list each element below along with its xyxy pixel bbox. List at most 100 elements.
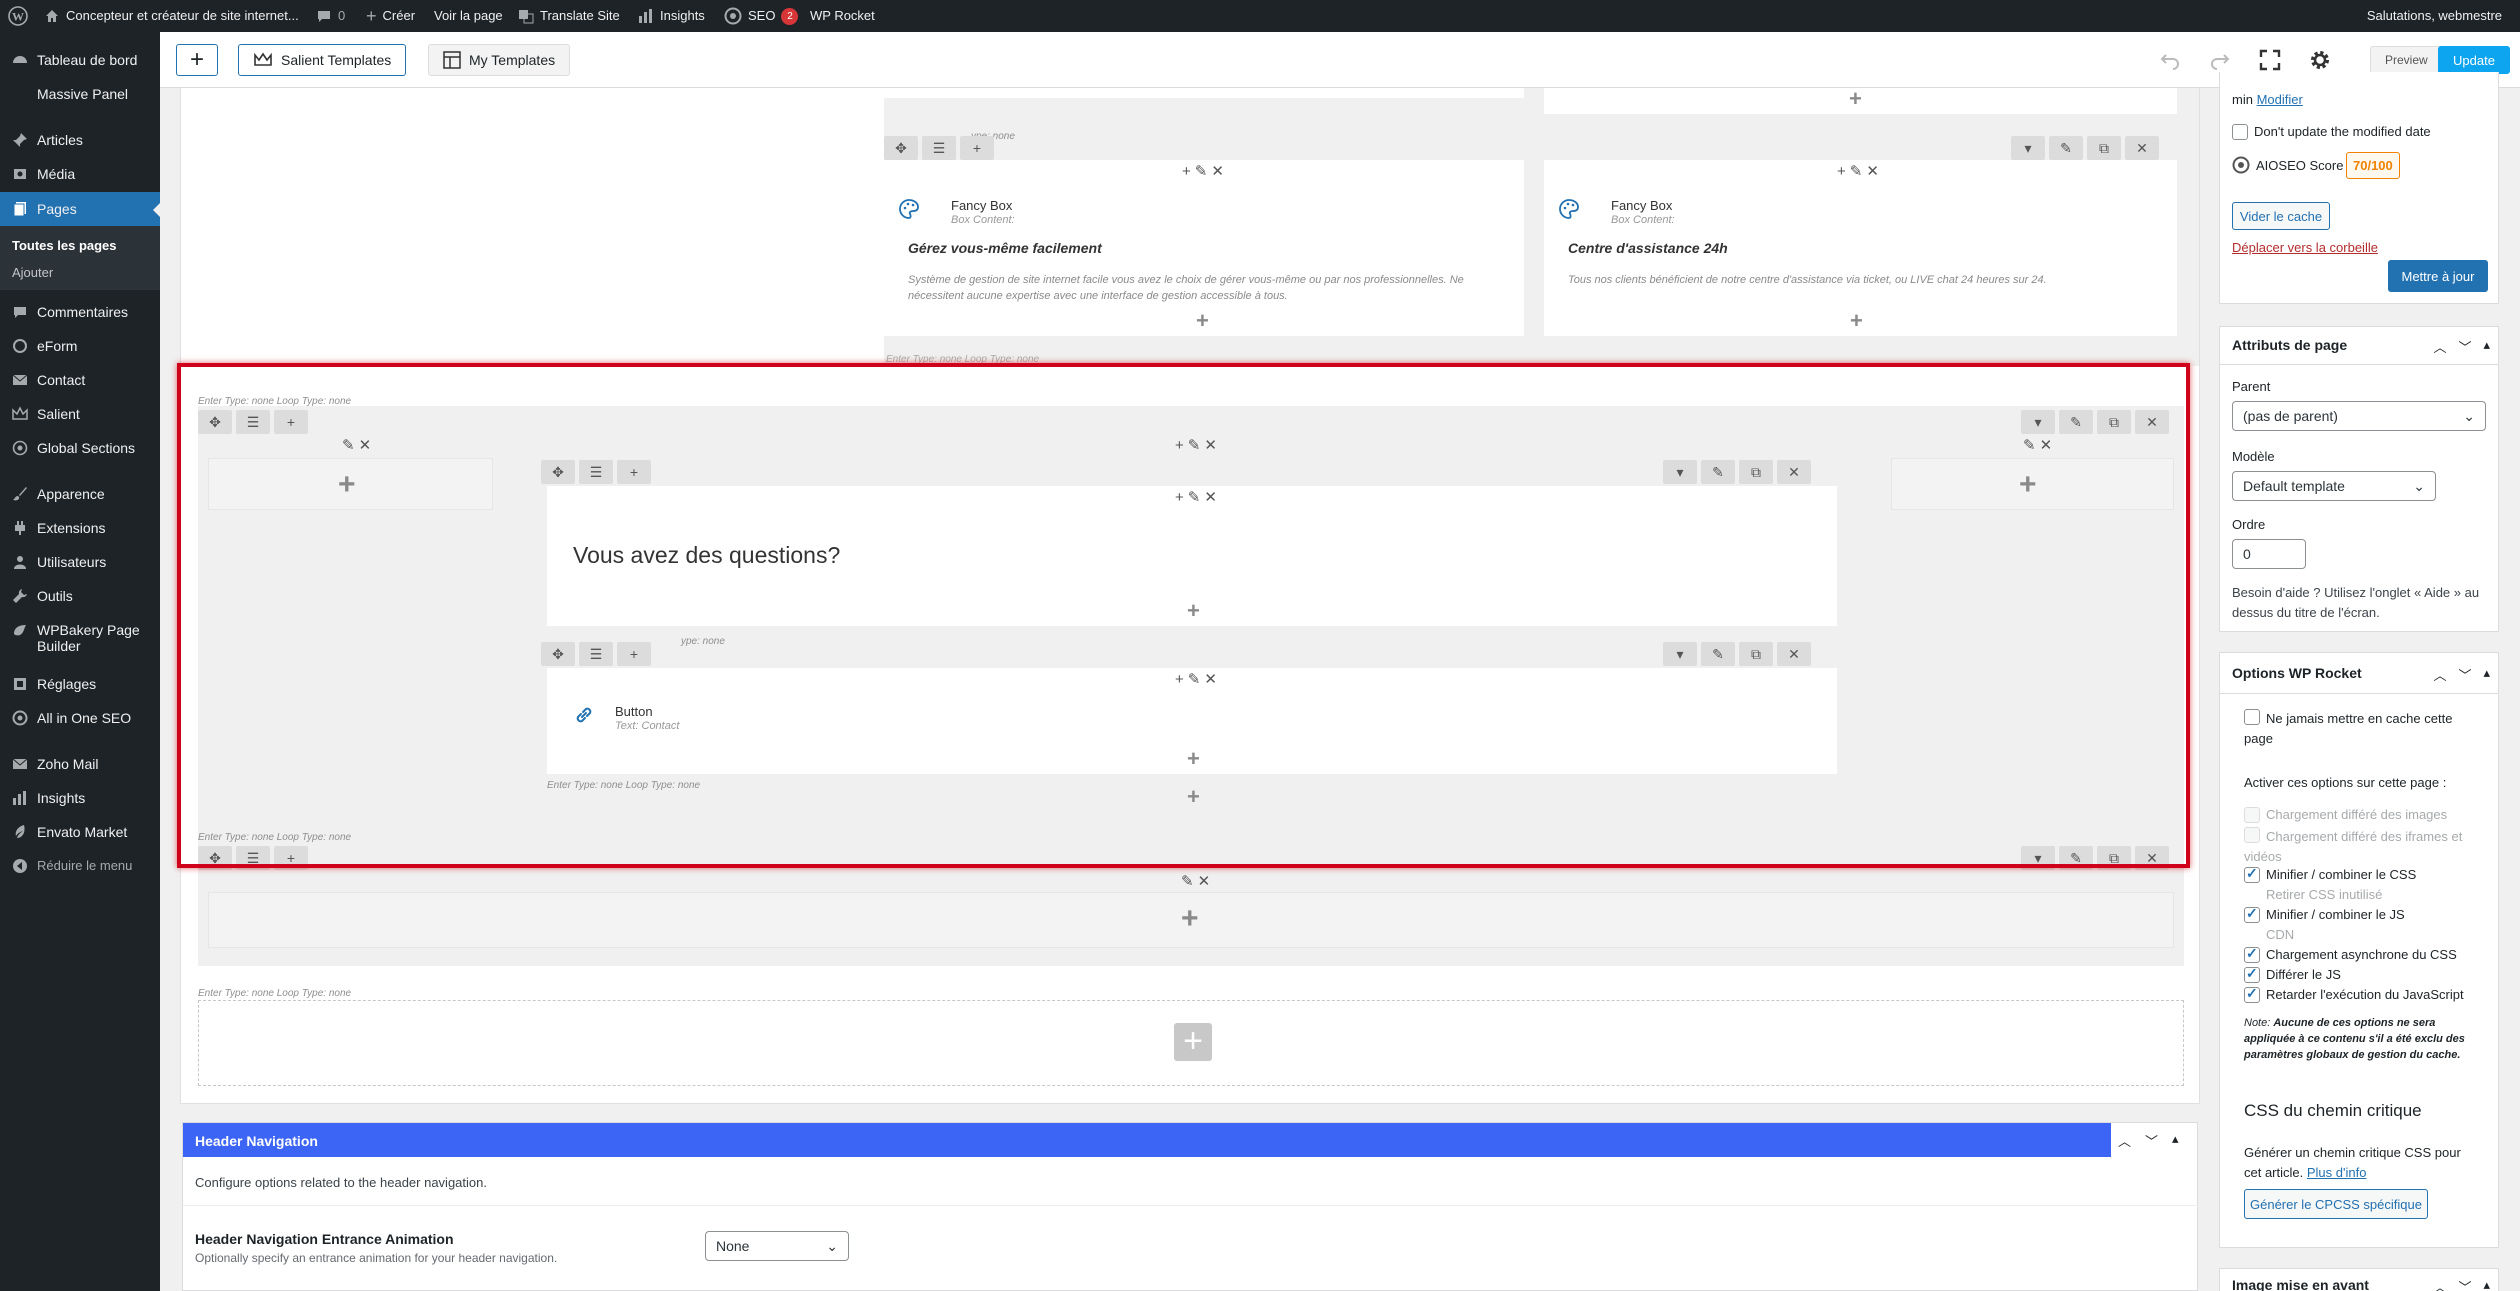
salient-templates-button[interactable]: Salient Templates [238,44,407,76]
edit-icon[interactable]: ✎ [1850,162,1863,180]
template-select[interactable]: Default template ⌄ [2232,471,2436,501]
layout-icon[interactable]: ☰ [922,136,956,160]
menu-settings[interactable]: Réglages [0,676,160,692]
menu-contact[interactable]: Contact [0,372,160,388]
delete-icon[interactable]: ✕ [2125,136,2159,160]
menu-users[interactable]: Utilisateurs [0,554,160,570]
trash-link[interactable]: Déplacer vers la corbeille [2232,240,2378,255]
update-publish-button[interactable]: Mettre à jour [2388,260,2488,292]
clone-icon[interactable]: ⧉ [2087,136,2121,160]
chevron-down-icon[interactable]: ﹀ [2458,1277,2471,1291]
menu-articles[interactable]: Articles [0,132,160,148]
view-page-link[interactable]: Voir la page [434,0,503,32]
delete-icon[interactable]: ✕ [1198,872,1211,890]
menu-insights[interactable]: Insights [0,790,160,806]
delete-icon[interactable]: ✕ [1211,162,1224,180]
menu-appearance[interactable]: Apparence [0,486,160,502]
chevron-down-icon[interactable]: ﹀ [2145,1131,2158,1150]
generate-cpcss-button[interactable]: Générer le CPCSS spécifique [2244,1189,2428,1219]
insights-link[interactable]: Insights [638,0,705,32]
menu-salient[interactable]: Salient [0,406,160,422]
edit-icon[interactable]: ✎ [2049,136,2083,160]
menu-wpbakery[interactable]: WPBakery Page Builder [0,622,160,654]
modify-link[interactable]: Modifier [2257,92,2303,107]
option-checkbox[interactable] [2244,985,2260,1003]
edit-icon[interactable]: ✎ [1181,872,1194,890]
redo-icon[interactable] [2208,48,2232,72]
option-checkbox[interactable] [2244,807,2260,823]
chevron-up-icon[interactable]: ︿ [2433,665,2446,684]
menu-extensions[interactable]: Extensions [0,520,160,536]
menu-collapse[interactable]: Réduire le menu [0,858,160,874]
menu-pages[interactable]: Pages [0,192,160,226]
add-row-zone[interactable]: + [198,1000,2184,1086]
account-link[interactable]: Salutations, webmestre [2367,0,2502,32]
more-info-link[interactable]: Plus d'info [2307,1165,2367,1180]
order-input[interactable]: 0 [2232,539,2306,569]
chevron-up-icon[interactable]: ︿ [2118,1131,2131,1150]
add-row-icon[interactable]: + [1174,1023,1212,1061]
fullscreen-icon[interactable] [2258,48,2282,72]
option-checkbox[interactable] [2244,905,2260,923]
create-link[interactable]: + Créer [366,0,415,32]
my-templates-button[interactable]: My Templates [428,44,571,76]
option-checkbox[interactable] [2244,945,2260,963]
menu-massive-panel[interactable]: Massive Panel [0,86,160,102]
chevron-down-icon[interactable]: ﹀ [2458,665,2471,684]
comments-link[interactable]: 0 [316,0,345,32]
panel-title: Image mise en avant [2232,1277,2369,1291]
option-checkbox[interactable] [2244,965,2260,983]
seo-link[interactable]: SEO 2 [724,0,799,32]
wordpress-logo-icon[interactable]: W [8,0,28,32]
view-page-label: Voir la page [434,8,503,23]
toggle-icon[interactable]: ▾ [2011,136,2045,160]
menu-media[interactable]: Média [0,166,160,182]
caret-up-icon[interactable]: ▴ [2483,665,2490,684]
caret-up-icon[interactable]: ▴ [2172,1131,2179,1150]
menu-global-sections[interactable]: Global Sections [0,440,160,456]
chevron-up-icon[interactable]: ︿ [2433,1277,2446,1291]
add-element-icon[interactable]: + [1850,310,1863,332]
menu-tools[interactable]: Outils [0,588,160,604]
chevron-up-icon[interactable]: ︿ [2433,337,2446,356]
panel-arrows: ︿ ﹀ ▴ [2433,665,2490,684]
preview-button[interactable]: Preview [2370,46,2443,74]
add-element-button[interactable]: + [176,44,218,76]
settings-gear-icon[interactable] [2308,48,2332,72]
site-name-link[interactable]: Concepteur et créateur de site internet.… [44,0,299,32]
update-button[interactable]: Update [2438,46,2510,74]
caret-up-icon[interactable]: ▴ [2483,1277,2490,1291]
add-icon[interactable]: + [1837,163,1846,180]
submenu-add[interactable]: Ajouter [12,265,53,280]
menu-eform[interactable]: eForm [0,338,160,354]
add-element-icon[interactable]: + [1196,310,1209,332]
add-icon[interactable]: + [1182,163,1191,180]
salient-icon [10,406,30,422]
translate-link[interactable]: Translate Site [518,0,620,32]
parent-select[interactable]: (pas de parent) ⌄ [2232,401,2486,431]
clear-cache-button[interactable]: Vider le cache [2232,202,2330,230]
add-element-icon[interactable]: + [1181,904,1199,934]
menu-envato-market[interactable]: Envato Market [0,824,160,840]
menu-comments[interactable]: Commentaires [0,304,160,320]
insights-label: Insights [660,8,705,23]
move-icon[interactable]: ✥ [884,136,918,160]
header-navigation-titlebar[interactable]: Header Navigation [183,1123,2111,1157]
aioseo-score-badge[interactable]: 70/100 [2346,152,2400,179]
add-element-icon[interactable]: + [1849,88,1862,110]
caret-up-icon[interactable]: ▴ [2483,337,2490,356]
edit-icon[interactable]: ✎ [1195,162,1208,180]
wp-rocket-link[interactable]: WP Rocket [810,0,875,32]
menu-dashboard[interactable]: Tableau de bord [0,52,160,68]
chevron-down-icon[interactable]: ﹀ [2458,337,2471,356]
delete-icon[interactable]: ✕ [1866,162,1879,180]
entrance-animation-select[interactable]: None ⌄ [705,1231,849,1261]
dont-update-checkbox[interactable] [2232,124,2248,140]
option-checkbox[interactable] [2244,865,2260,883]
add-column-icon[interactable]: + [960,136,994,160]
undo-icon[interactable] [2158,48,2182,72]
submenu-all-pages[interactable]: Toutes les pages [12,238,117,253]
menu-all-in-one-seo[interactable]: All in One SEO [0,710,160,726]
plugin-icon [10,520,30,536]
menu-zoho-mail[interactable]: Zoho Mail [0,756,160,772]
